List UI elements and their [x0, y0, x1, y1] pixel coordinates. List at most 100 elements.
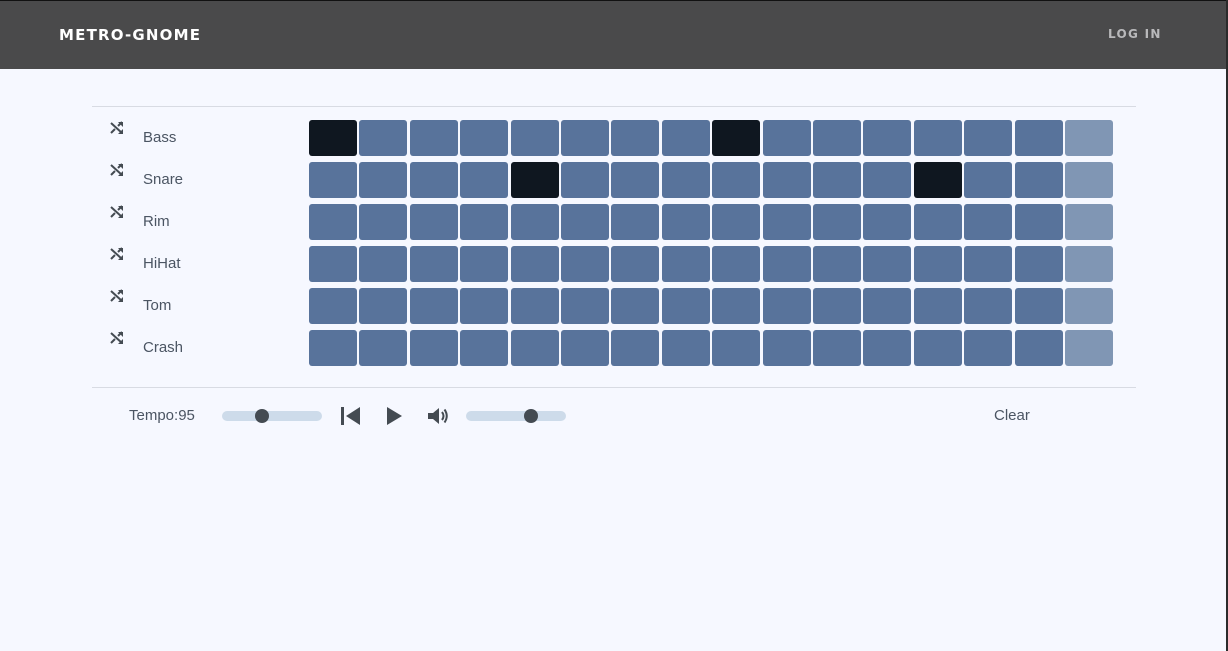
step-cell[interactable]: [712, 204, 760, 240]
brand-logo[interactable]: METRO-GNOME: [59, 26, 201, 44]
step-cell[interactable]: [863, 120, 911, 156]
step-cell[interactable]: [914, 204, 962, 240]
play-button[interactable]: [384, 405, 408, 427]
step-cell[interactable]: [309, 120, 357, 156]
step-cell[interactable]: [914, 120, 962, 156]
step-cell[interactable]: [460, 246, 508, 282]
step-cell[interactable]: [460, 330, 508, 366]
step-cell[interactable]: [914, 330, 962, 366]
clear-button[interactable]: Clear: [994, 407, 1030, 424]
step-cell[interactable]: [511, 246, 559, 282]
step-cell[interactable]: [460, 204, 508, 240]
step-cell[interactable]: [1065, 246, 1113, 282]
step-cell[interactable]: [964, 246, 1012, 282]
step-cell[interactable]: [359, 288, 407, 324]
step-cell[interactable]: [460, 162, 508, 198]
step-cell[interactable]: [410, 162, 458, 198]
step-cell[interactable]: [662, 288, 710, 324]
step-cell[interactable]: [410, 330, 458, 366]
step-cell[interactable]: [1015, 330, 1063, 366]
step-cell[interactable]: [561, 288, 609, 324]
step-cell[interactable]: [1065, 288, 1113, 324]
step-cell[interactable]: [662, 246, 710, 282]
volume-slider[interactable]: [466, 409, 566, 423]
step-cell[interactable]: [359, 330, 407, 366]
shuffle-icon[interactable]: [109, 204, 125, 220]
step-cell[interactable]: [712, 288, 760, 324]
step-cell[interactable]: [863, 204, 911, 240]
step-cell[interactable]: [763, 204, 811, 240]
step-cell[interactable]: [611, 288, 659, 324]
step-cell[interactable]: [1065, 330, 1113, 366]
shuffle-icon[interactable]: [109, 288, 125, 304]
step-cell[interactable]: [511, 288, 559, 324]
step-cell[interactable]: [309, 330, 357, 366]
step-cell[interactable]: [561, 330, 609, 366]
step-cell[interactable]: [611, 204, 659, 240]
step-cell[interactable]: [763, 120, 811, 156]
step-cell[interactable]: [460, 288, 508, 324]
step-cell[interactable]: [410, 120, 458, 156]
login-link[interactable]: LOG IN: [1108, 27, 1162, 41]
step-cell[interactable]: [914, 162, 962, 198]
step-cell[interactable]: [813, 246, 861, 282]
step-cell[interactable]: [561, 120, 609, 156]
step-cell[interactable]: [410, 288, 458, 324]
shuffle-icon[interactable]: [109, 120, 125, 136]
step-cell[interactable]: [561, 204, 609, 240]
step-cell[interactable]: [813, 330, 861, 366]
step-cell[interactable]: [813, 162, 861, 198]
step-cell[interactable]: [359, 204, 407, 240]
step-cell[interactable]: [359, 162, 407, 198]
step-cell[interactable]: [763, 330, 811, 366]
step-cell[interactable]: [511, 330, 559, 366]
volume-slider-knob[interactable]: [524, 409, 538, 423]
step-cell[interactable]: [309, 246, 357, 282]
step-cell[interactable]: [611, 162, 659, 198]
step-cell[interactable]: [813, 204, 861, 240]
shuffle-icon[interactable]: [109, 246, 125, 262]
step-cell[interactable]: [662, 120, 710, 156]
step-cell[interactable]: [662, 204, 710, 240]
step-cell[interactable]: [1015, 120, 1063, 156]
step-cell[interactable]: [511, 120, 559, 156]
step-cell[interactable]: [309, 162, 357, 198]
step-cell[interactable]: [662, 330, 710, 366]
step-cell[interactable]: [1015, 204, 1063, 240]
step-cell[interactable]: [712, 330, 760, 366]
shuffle-icon[interactable]: [109, 162, 125, 178]
step-cell[interactable]: [309, 288, 357, 324]
step-cell[interactable]: [410, 204, 458, 240]
step-cell[interactable]: [763, 246, 811, 282]
tempo-slider[interactable]: [222, 409, 322, 423]
step-cell[interactable]: [611, 330, 659, 366]
step-cell[interactable]: [1015, 288, 1063, 324]
step-cell[interactable]: [561, 246, 609, 282]
step-cell[interactable]: [964, 330, 1012, 366]
shuffle-icon[interactable]: [109, 330, 125, 346]
step-cell[interactable]: [712, 162, 760, 198]
step-cell[interactable]: [964, 288, 1012, 324]
step-cell[interactable]: [561, 162, 609, 198]
step-cell[interactable]: [763, 288, 811, 324]
step-cell[interactable]: [863, 162, 911, 198]
step-cell[interactable]: [712, 246, 760, 282]
step-cell[interactable]: [1065, 204, 1113, 240]
step-cell[interactable]: [964, 204, 1012, 240]
step-cell[interactable]: [763, 162, 811, 198]
step-cell[interactable]: [914, 246, 962, 282]
step-cell[interactable]: [863, 246, 911, 282]
step-cell[interactable]: [662, 162, 710, 198]
step-cell[interactable]: [712, 120, 760, 156]
step-cell[interactable]: [611, 246, 659, 282]
step-cell[interactable]: [914, 288, 962, 324]
tempo-slider-knob[interactable]: [255, 409, 269, 423]
step-cell[interactable]: [309, 204, 357, 240]
skip-back-button[interactable]: [339, 405, 363, 427]
step-cell[interactable]: [863, 330, 911, 366]
step-cell[interactable]: [359, 120, 407, 156]
step-cell[interactable]: [964, 120, 1012, 156]
volume-button[interactable]: [427, 405, 451, 427]
step-cell[interactable]: [1015, 162, 1063, 198]
step-cell[interactable]: [511, 162, 559, 198]
